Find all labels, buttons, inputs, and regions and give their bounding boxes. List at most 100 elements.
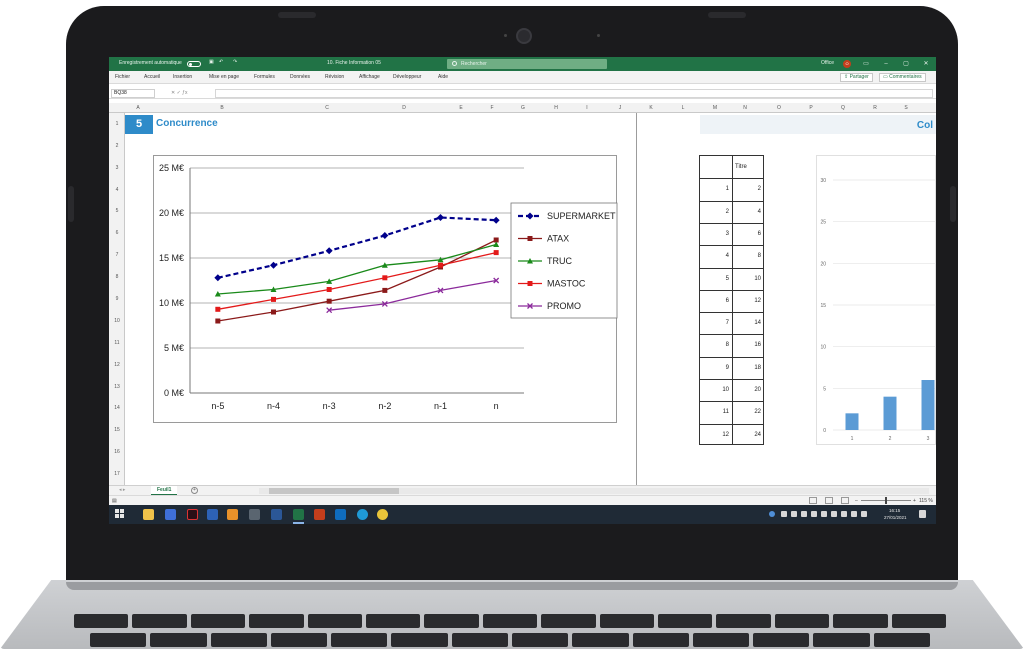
normal-view-icon[interactable]: [809, 497, 817, 504]
macro-icon[interactable]: ▤: [112, 498, 117, 504]
column-header[interactable]: O: [774, 105, 784, 111]
share-button[interactable]: ⇪ Partager: [840, 73, 873, 82]
clock-time[interactable]: 16:15: [889, 508, 900, 513]
column-header[interactable]: Q: [838, 105, 848, 111]
word-icon[interactable]: [271, 509, 282, 520]
menu-item[interactable]: Formules: [254, 74, 275, 80]
column-header[interactable]: F: [487, 105, 497, 111]
row-header[interactable]: 3: [109, 165, 125, 171]
line-chart[interactable]: 0 M€ 5 M€ 10 M€ 15 M€ 20 M€ 25 M€ n-5 n-4 n-3 n-2…: [153, 155, 618, 423]
column-header[interactable]: D: [399, 105, 409, 111]
volume-icon[interactable]: [841, 511, 847, 517]
page-break-view-icon[interactable]: [841, 497, 849, 504]
network-icon[interactable]: [831, 511, 837, 517]
user-tray-icon[interactable]: [769, 511, 775, 517]
row-header[interactable]: 5: [109, 208, 125, 214]
tray-app-icon[interactable]: [811, 511, 817, 517]
excel-icon[interactable]: [293, 509, 304, 520]
column-header[interactable]: H: [551, 105, 561, 111]
row-header[interactable]: 17: [109, 471, 125, 477]
name-box[interactable]: BQ38: [111, 89, 155, 98]
row-header[interactable]: 6: [109, 230, 125, 236]
close-icon[interactable]: ✕: [921, 59, 931, 69]
column-header[interactable]: C: [322, 105, 332, 111]
horizontal-scrollbar[interactable]: [259, 488, 929, 494]
row-header[interactable]: 4: [109, 187, 125, 193]
row-header[interactable]: 9: [109, 296, 125, 302]
column-header[interactable]: A: [133, 105, 143, 111]
worksheet-grid[interactable]: 5 Concurrence Col 0 M€ 5 M€ 10 M€ 15 M€ 20 M…: [125, 113, 936, 485]
formula-input[interactable]: [215, 89, 933, 98]
app-icon[interactable]: [187, 509, 198, 520]
row-header[interactable]: 10: [109, 318, 125, 324]
avatar[interactable]: O: [843, 60, 851, 68]
autosave-toggle[interactable]: [187, 61, 201, 67]
battery-icon[interactable]: [791, 511, 797, 517]
file-explorer-icon[interactable]: [143, 509, 154, 520]
row-header[interactable]: 7: [109, 252, 125, 258]
menu-item[interactable]: Accueil: [144, 74, 160, 80]
media-icon[interactable]: [249, 509, 260, 520]
row-header[interactable]: 14: [109, 405, 125, 411]
zoom-in-icon[interactable]: +: [913, 498, 916, 504]
row-header[interactable]: 12: [109, 362, 125, 368]
onedrive-icon[interactable]: [801, 511, 807, 517]
chrome-icon[interactable]: [377, 509, 388, 520]
zoom-level[interactable]: 115 %: [919, 498, 933, 504]
column-header[interactable]: S: [901, 105, 911, 111]
ribbon-display-icon[interactable]: ▭: [861, 59, 871, 69]
powerpoint-icon[interactable]: [314, 509, 325, 520]
wifi-icon[interactable]: [781, 511, 787, 517]
dropbox-icon[interactable]: [821, 511, 827, 517]
menu-item[interactable]: Révision: [325, 74, 344, 80]
mail-app-icon[interactable]: [165, 509, 176, 520]
page-layout-icon[interactable]: [825, 497, 833, 504]
column-header[interactable]: N: [740, 105, 750, 111]
row-header[interactable]: 15: [109, 427, 125, 433]
column-header[interactable]: G: [518, 105, 528, 111]
column-header[interactable]: E: [456, 105, 466, 111]
undo-icon[interactable]: ↶: [219, 59, 223, 65]
column-header[interactable]: I: [582, 105, 592, 111]
redo-icon[interactable]: ↷: [233, 59, 237, 65]
clock-date[interactable]: 27/01/2021: [884, 515, 907, 520]
column-header[interactable]: M: [710, 105, 720, 111]
column-header[interactable]: K: [646, 105, 656, 111]
menu-item[interactable]: Fichier: [115, 74, 130, 80]
vlc-icon[interactable]: [227, 509, 238, 520]
menu-item[interactable]: Développeur: [393, 74, 421, 80]
menu-item[interactable]: Insertion: [173, 74, 192, 80]
menu-item[interactable]: Affichage: [359, 74, 380, 80]
zoom-out-icon[interactable]: –: [855, 498, 858, 504]
row-header[interactable]: 8: [109, 274, 125, 280]
menu-item[interactable]: Aide: [438, 74, 448, 80]
add-sheet-icon[interactable]: +: [191, 487, 198, 494]
row-header[interactable]: 2: [109, 143, 125, 149]
save-icon[interactable]: ▣: [209, 59, 214, 65]
speaker-icon[interactable]: [861, 511, 867, 517]
visio-icon[interactable]: [207, 509, 218, 520]
bar-chart[interactable]: 0 5 10 15 20 25 30 1 2 3: [816, 155, 936, 445]
column-header[interactable]: R: [870, 105, 880, 111]
column-header[interactable]: J: [615, 105, 625, 111]
column-header[interactable]: L: [678, 105, 688, 111]
edge-icon[interactable]: [357, 509, 368, 520]
row-header[interactable]: 13: [109, 384, 125, 390]
row-header[interactable]: 11: [109, 340, 125, 346]
search-box[interactable]: Rechercher: [447, 59, 607, 69]
menu-item[interactable]: Mise en page: [209, 74, 239, 80]
comments-button[interactable]: ▭ Commentaires: [879, 73, 926, 82]
row-header[interactable]: 1: [109, 121, 125, 127]
sheet-nav-icon[interactable]: ◂ ▸: [119, 487, 125, 493]
column-header[interactable]: P: [806, 105, 816, 111]
menu-item[interactable]: Données: [290, 74, 310, 80]
keyboard-icon[interactable]: [851, 511, 857, 517]
scrollbar-thumb[interactable]: [269, 488, 399, 494]
windows-start-icon[interactable]: [115, 509, 124, 518]
maximize-icon[interactable]: ▢: [901, 59, 911, 69]
notification-icon[interactable]: [919, 510, 926, 518]
row-header[interactable]: 16: [109, 449, 125, 455]
column-header[interactable]: B: [217, 105, 227, 111]
outlook-icon[interactable]: [335, 509, 346, 520]
minimize-icon[interactable]: –: [881, 59, 891, 69]
